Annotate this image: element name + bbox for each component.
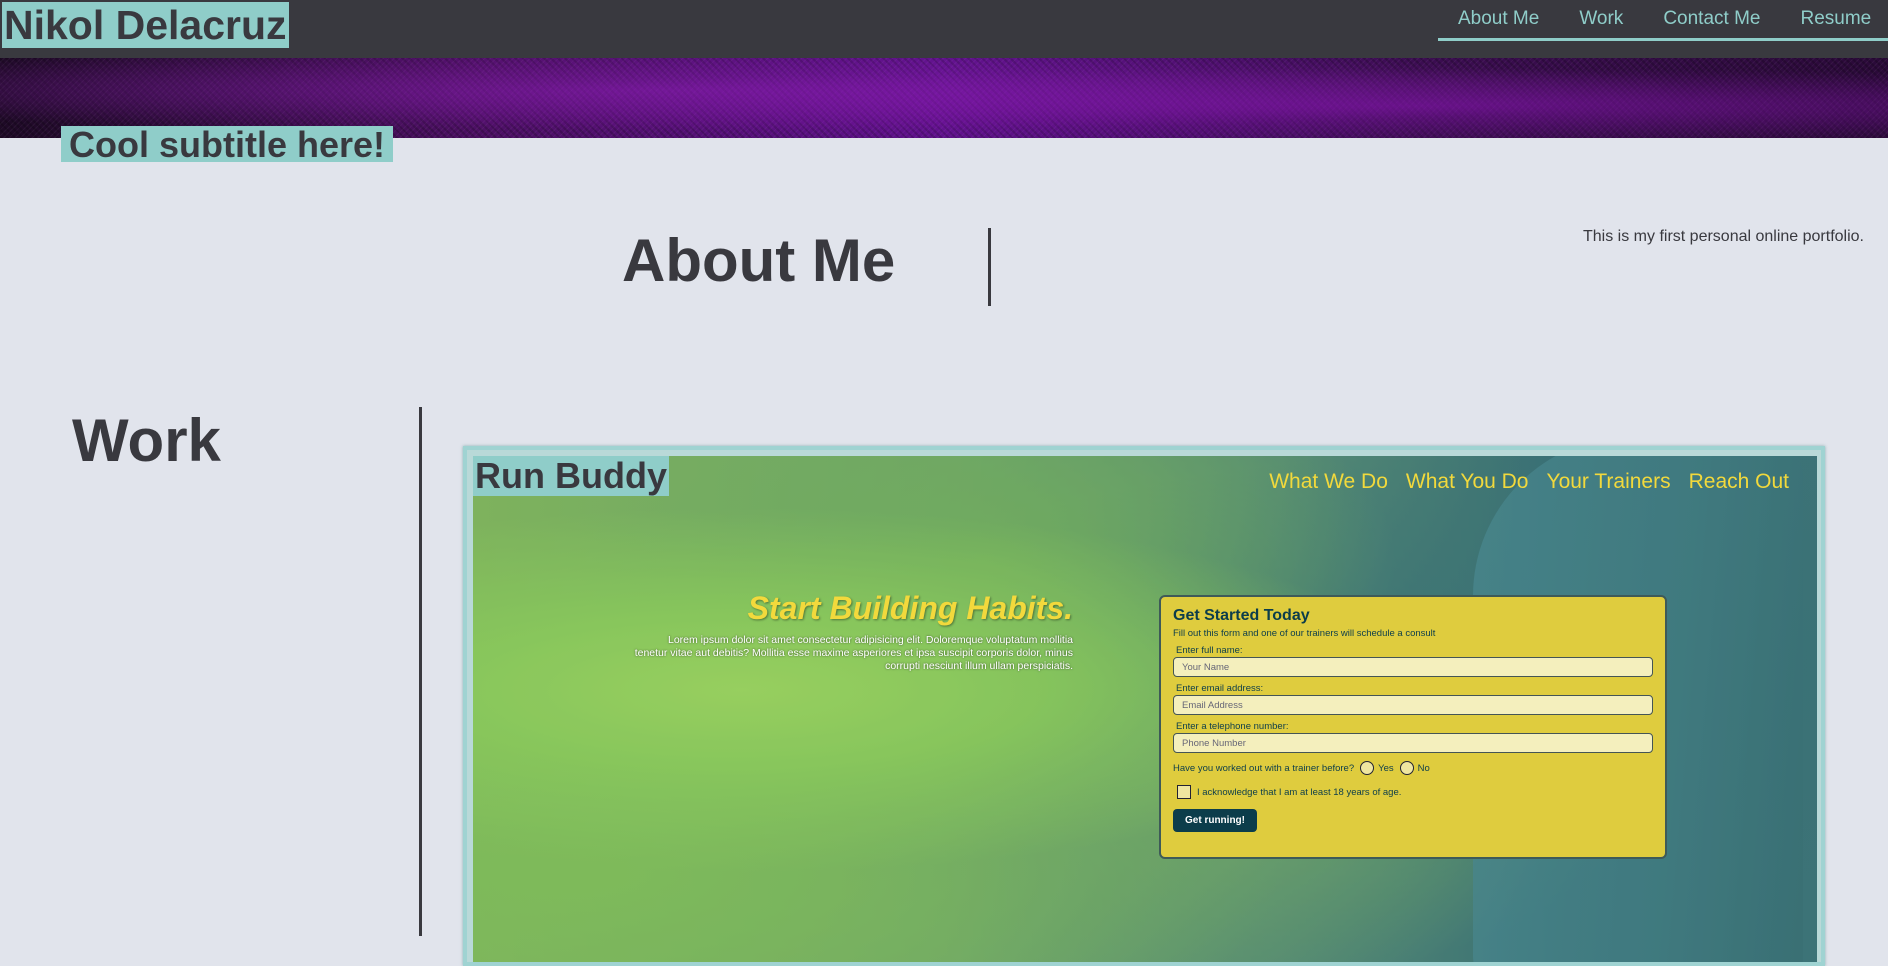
phone-label: Enter a telephone number: <box>1176 721 1289 732</box>
run-buddy-lead-text: Lorem ipsum dolor sit amet consectetur a… <box>634 634 1073 672</box>
name-input[interactable] <box>1173 657 1653 677</box>
about-divider <box>988 228 991 306</box>
trainer-question-row: Have you worked out with a trainer befor… <box>1173 761 1653 775</box>
email-input[interactable] <box>1173 695 1653 715</box>
phone-input[interactable] <box>1173 733 1653 753</box>
get-started-form: Get Started Today Fill out this form and… <box>1159 595 1667 859</box>
yes-radio[interactable] <box>1360 761 1375 775</box>
email-label: Enter email address: <box>1176 683 1264 694</box>
hero-subtitle: Cool subtitle here! <box>61 126 394 163</box>
rb-nav-what-you-do[interactable]: What You Do <box>1406 470 1529 494</box>
form-intro: Fill out this form and one of our traine… <box>1173 628 1436 639</box>
project-screenshot[interactable]: Run Buddy What We Do What You Do Your Tr… <box>473 456 1817 962</box>
nav-work[interactable]: Work <box>1579 8 1623 30</box>
run-buddy-nav: What We Do What You Do Your Trainers Rea… <box>1251 470 1789 494</box>
rb-nav-your-trainers[interactable]: Your Trainers <box>1546 470 1670 494</box>
trainer-question: Have you worked out with a trainer befor… <box>1173 762 1355 774</box>
acknowledge-row: I acknowledge that I am at least 18 year… <box>1173 785 1653 799</box>
site-header: Nikol Delacruz About Me Work Contact Me … <box>0 0 1888 58</box>
about-heading: About Me <box>622 227 896 294</box>
rb-nav-what-we-do[interactable]: What We Do <box>1269 470 1388 494</box>
get-running-button[interactable]: Get running! <box>1173 809 1257 832</box>
nav-resume[interactable]: Resume <box>1800 8 1871 30</box>
name-label: Enter full name: <box>1176 645 1243 656</box>
work-divider <box>419 407 422 936</box>
project-card-run-buddy[interactable]: Run Buddy What We Do What You Do Your Tr… <box>463 446 1825 966</box>
no-radio[interactable] <box>1399 761 1414 775</box>
form-title: Get Started Today <box>1173 607 1310 624</box>
main-nav: About Me Work Contact Me Resume <box>1438 0 1888 41</box>
nav-contact-me[interactable]: Contact Me <box>1663 8 1760 30</box>
about-text: This is my first personal online portfol… <box>1583 228 1864 245</box>
acknowledge-label: I acknowledge that I am at least 18 year… <box>1197 786 1402 798</box>
run-buddy-logo: Run Buddy <box>473 456 669 496</box>
site-name[interactable]: Nikol Delacruz <box>2 2 289 48</box>
no-label: No <box>1417 762 1430 774</box>
acknowledge-checkbox[interactable] <box>1177 785 1191 799</box>
yes-label: Yes <box>1378 762 1394 774</box>
run-buddy-headline: Start Building Habits. <box>747 590 1073 626</box>
work-heading: Work <box>72 407 221 474</box>
nav-about-me[interactable]: About Me <box>1458 8 1539 30</box>
rb-nav-reach-out[interactable]: Reach Out <box>1689 470 1789 494</box>
